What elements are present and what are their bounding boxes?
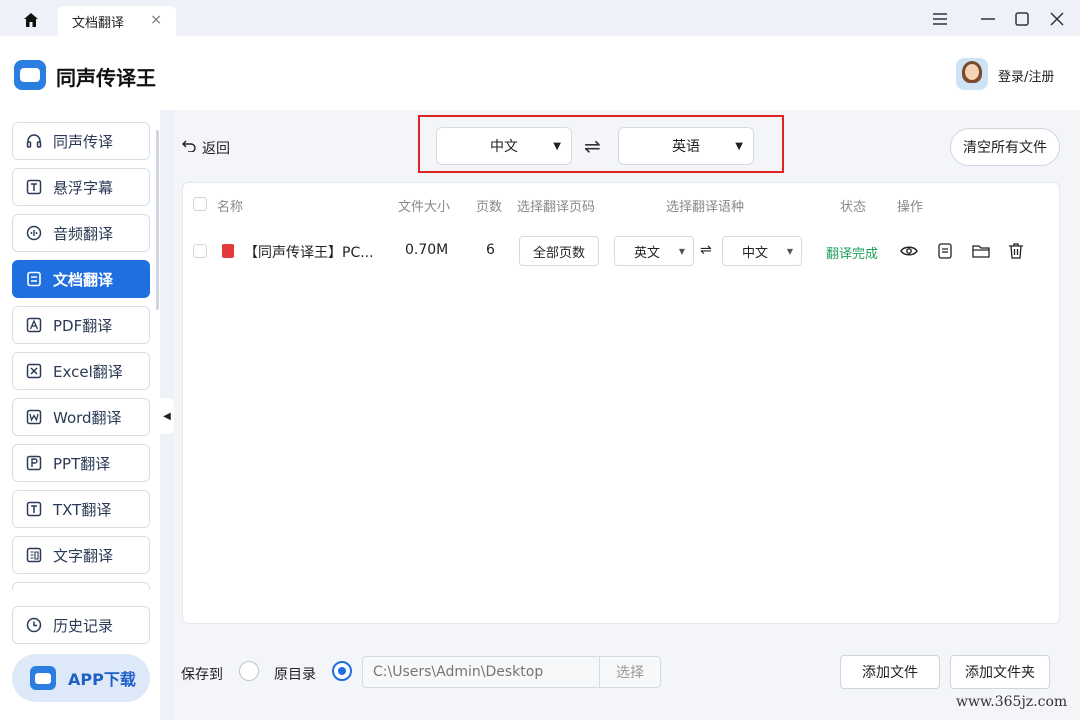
header-lang-select: 选择翻译语种: [666, 200, 745, 215]
app-name: 同声传译王: [56, 66, 156, 90]
app-download-label: APP下载: [68, 670, 136, 689]
sidebar-item-label: Excel翻译: [53, 362, 123, 381]
pdf-file-icon: [222, 244, 234, 258]
back-label: 返回: [202, 141, 230, 157]
save-to-label: 保存到: [181, 667, 223, 683]
sidebar-item-label: 历史记录: [53, 616, 114, 635]
sidebar-item-pdf[interactable]: PDF翻译: [12, 306, 150, 344]
sidebar-item-label: Word翻译: [53, 408, 122, 427]
sidebar-item-label: 悬浮字幕: [53, 178, 114, 197]
to-language-value: 中文: [741, 245, 768, 261]
status-badge: 翻译完成: [826, 247, 879, 262]
swap-icon[interactable]: ⇌: [700, 242, 712, 258]
header-name: 名称: [217, 200, 244, 215]
sidebar-item-word[interactable]: Word翻译: [12, 398, 150, 436]
audio-icon: [25, 224, 43, 242]
excel-icon: [25, 362, 43, 380]
choose-path-button[interactable]: 选择: [599, 656, 661, 688]
sidebar-item-label: 文字翻译: [53, 546, 114, 565]
page-count: 6: [486, 242, 495, 258]
maximize-icon[interactable]: [1011, 8, 1033, 30]
avatar[interactable]: [956, 58, 988, 90]
text-icon: [25, 546, 43, 564]
sidebar-item-audio[interactable]: 音频翻译: [12, 214, 150, 252]
sidebar-item-partial: [12, 582, 150, 590]
watermark: www.365jz.com: [956, 694, 1068, 710]
file-name: 【同声传译王】PC...: [244, 245, 374, 261]
source-language-value: 中文: [490, 139, 518, 155]
file-size: 0.70M: [405, 242, 449, 258]
menu-icon[interactable]: [929, 8, 951, 30]
eye-icon[interactable]: [899, 241, 919, 261]
word-icon: [25, 408, 43, 426]
source-language-select[interactable]: 中文 ▼: [436, 127, 572, 165]
sidebar-item-label: PDF翻译: [53, 316, 113, 335]
tab-title: 文档翻译: [72, 15, 125, 31]
tab-close-icon[interactable]: ×: [150, 12, 162, 28]
sidebar-item-history[interactable]: 历史记录: [12, 606, 150, 644]
sidebar-item-excel[interactable]: Excel翻译: [12, 352, 150, 390]
sidebar-item-text[interactable]: 文字翻译: [12, 536, 150, 574]
add-folder-button[interactable]: 添加文件夹: [950, 655, 1050, 689]
app-download-button[interactable]: APP下载: [12, 654, 150, 702]
original-dir-label: 原目录: [274, 667, 316, 683]
sidebar-item-subtitle[interactable]: 悬浮字幕: [12, 168, 150, 206]
header-page-select: 选择翻译页码: [517, 200, 596, 215]
ppt-icon: [25, 454, 43, 472]
sidebar-scrollbar[interactable]: [156, 130, 159, 310]
subtitle-icon: [25, 178, 43, 196]
sidebar-item-label: 音频翻译: [53, 224, 114, 243]
back-button[interactable]: 返回: [182, 138, 230, 158]
headphones-icon: [25, 132, 43, 150]
sidebar-item-ppt[interactable]: PPT翻译: [12, 444, 150, 482]
from-language-select[interactable]: 英文 ▼: [614, 236, 694, 266]
target-language-value: 英语: [672, 139, 700, 155]
swap-icon[interactable]: ⇌: [584, 134, 601, 158]
to-language-select[interactable]: 中文 ▼: [722, 236, 802, 266]
original-dir-radio[interactable]: [332, 661, 352, 681]
page-range-button[interactable]: 全部页数: [519, 236, 599, 266]
txt-icon: [25, 500, 43, 518]
close-icon[interactable]: [1046, 8, 1068, 30]
target-language-select[interactable]: 英语 ▼: [618, 127, 754, 165]
collapse-sidebar-icon[interactable]: ◀: [160, 398, 174, 434]
header-actions: 操作: [897, 200, 924, 215]
caret-down-icon: ▼: [553, 141, 561, 152]
from-language-value: 英文: [633, 245, 660, 261]
sidebar-item-label: PPT翻译: [53, 454, 111, 473]
header-pages: 页数: [476, 200, 503, 215]
folder-icon[interactable]: [971, 241, 991, 261]
caret-down-icon: ▼: [735, 141, 743, 152]
sidebar-item-txt[interactable]: TXT翻译: [12, 490, 150, 528]
sidebar-item-document[interactable]: 文档翻译: [12, 260, 150, 298]
sidebar-item-label: 文档翻译: [53, 270, 114, 289]
sidebar-item-simultaneous[interactable]: 同声传译: [12, 122, 150, 160]
header-status: 状态: [840, 200, 867, 215]
minimize-icon[interactable]: [977, 8, 999, 30]
pdf-icon: [25, 316, 43, 334]
sidebar-item-label: 同声传译: [53, 132, 114, 151]
document-icon[interactable]: [935, 241, 955, 261]
add-file-button[interactable]: 添加文件: [840, 655, 940, 689]
app-logo-icon: [30, 666, 56, 690]
custom-dir-radio[interactable]: [239, 661, 259, 681]
app-header: 同声传译王 登录/注册: [0, 36, 1080, 110]
select-all-checkbox[interactable]: [193, 197, 207, 211]
app-logo-icon: [14, 60, 46, 90]
output-path-input[interactable]: [362, 656, 600, 688]
row-checkbox[interactable]: [193, 244, 207, 258]
sidebar-item-label: TXT翻译: [53, 500, 112, 519]
clear-all-button[interactable]: 清空所有文件: [950, 128, 1060, 166]
clock-icon: [25, 616, 43, 634]
tab-document-translate[interactable]: 文档翻译 ×: [58, 6, 176, 36]
trash-icon[interactable]: [1006, 241, 1026, 261]
title-bar: 文档翻译 ×: [0, 0, 1080, 36]
caret-down-icon: ▼: [786, 247, 793, 256]
header-size: 文件大小: [398, 200, 451, 215]
home-icon[interactable]: [16, 8, 46, 32]
back-arrow-icon: [182, 140, 196, 156]
caret-down-icon: ▼: [678, 247, 685, 256]
login-link[interactable]: 登录/注册: [998, 66, 1054, 85]
document-icon: [25, 270, 43, 288]
